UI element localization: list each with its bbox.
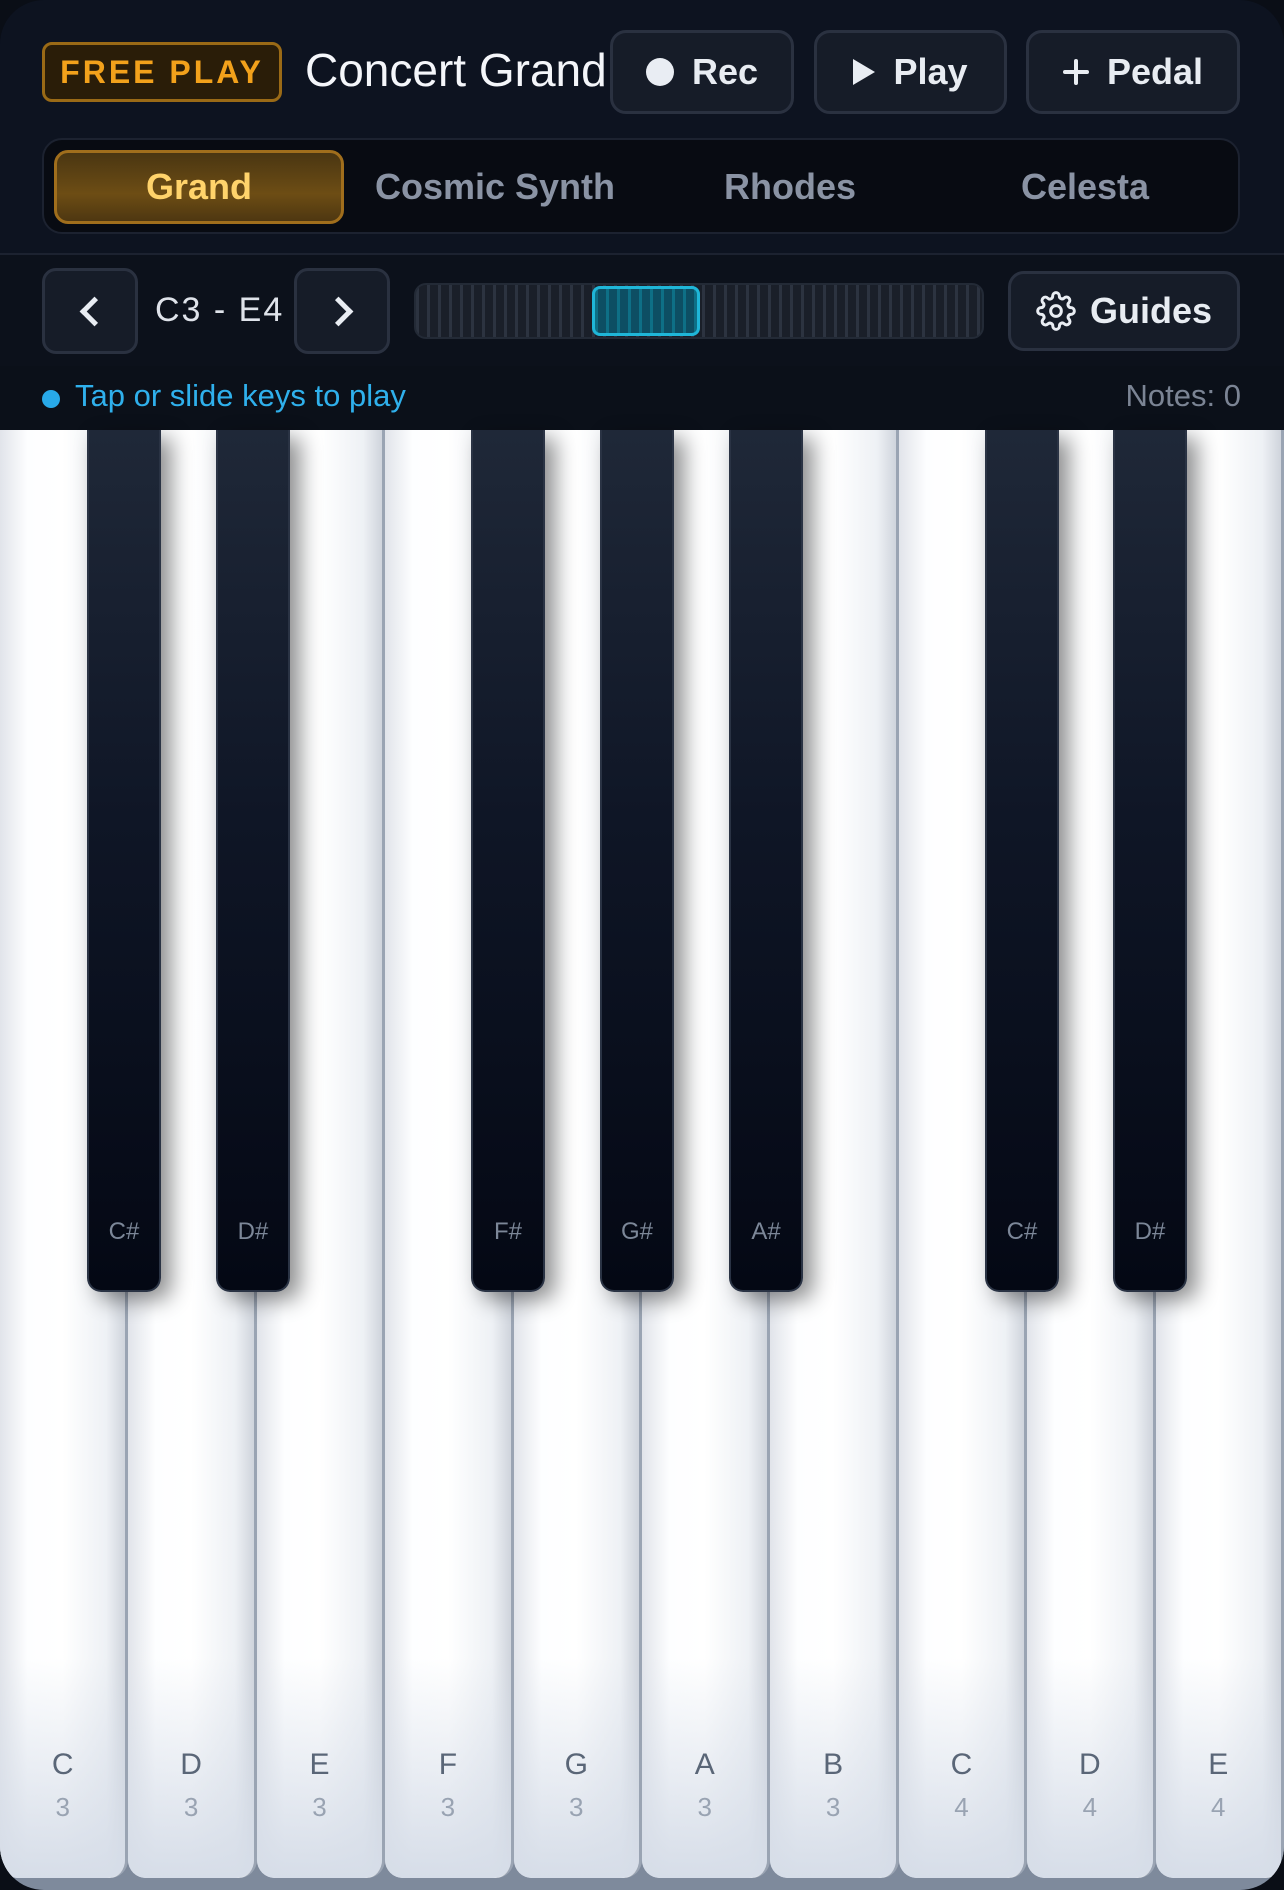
tab-grand[interactable]: Grand [54,150,344,224]
tab-cosmic-synth[interactable]: Cosmic Synth [350,150,640,224]
white-key-octave-label: 4 [1082,1792,1098,1822]
white-key-note-label: G [564,1748,588,1781]
black-key-note-label: C# [108,1218,140,1245]
white-key-note-label: D [180,1748,202,1781]
black-key[interactable]: C# [985,430,1059,1292]
play-hint: Tap or slide keys to play [75,378,406,413]
black-key[interactable]: D# [1113,430,1187,1292]
record-icon [645,58,674,86]
minimap-viewport-handle[interactable] [592,286,700,336]
white-key-octave-label: 3 [183,1792,199,1822]
white-key-octave-label: 3 [825,1792,841,1822]
black-key[interactable]: A# [729,430,803,1292]
pedal-button[interactable]: Pedal [1026,30,1240,114]
status-indicator-icon [42,390,60,408]
header: FREE PLAY Concert Grand Rec Play Pedal G… [0,0,1284,253]
black-key-note-label: D# [1134,1218,1166,1245]
white-key-note-label: E [1208,1748,1229,1781]
gear-icon [1036,291,1076,331]
status-bar: Tap or slide keys to play Notes: 0 [0,366,1284,428]
white-key-octave-label: 4 [954,1792,969,1822]
white-key-note-label: F [438,1748,458,1781]
black-key-note-label: A# [751,1218,781,1245]
plus-icon [1062,59,1089,85]
guides-label: Guides [1089,290,1213,331]
rec-label: Rec [691,51,759,92]
black-key[interactable]: D# [216,430,290,1292]
black-key-note-label: F# [493,1218,522,1245]
range-navigation: C3 - E4 Guides [0,253,1284,368]
white-key-octave-label: 3 [312,1792,327,1822]
chevron-right-icon [323,296,353,326]
piano-keyboard: C 3 D 3 E 3 F 3 G 3 A 3 B 3 C 4 D 4 E 4 C# D# F# G# A# C# D# [0,430,1284,1890]
black-key[interactable]: F# [471,430,545,1292]
black-key[interactable]: G# [600,430,674,1292]
black-key-note-label: G# [620,1218,653,1245]
chevron-left-icon [79,296,109,326]
white-key-octave-label: 4 [1211,1792,1226,1822]
white-key-octave-label: 3 [440,1792,456,1822]
mode-badge: FREE PLAY [42,42,282,102]
play-icon [853,59,876,85]
white-key-octave-label: 3 [569,1792,584,1822]
tab-rhodes[interactable]: Rhodes [645,150,935,224]
play-button[interactable]: Play [814,30,1007,114]
piano-app: FREE PLAY Concert Grand Rec Play Pedal G… [0,0,1284,1890]
rec-button[interactable]: Rec [610,30,794,114]
tab-celesta[interactable]: Celesta [940,150,1230,224]
white-key-note-label: D [1079,1748,1101,1781]
white-key-note-label: B [823,1748,844,1781]
white-key-note-label: E [309,1748,330,1781]
notes-counter: Notes: 0 [1125,378,1241,413]
white-key-note-label: A [694,1748,715,1781]
play-label: Play [893,51,968,92]
white-key-octave-label: 3 [55,1792,70,1822]
instrument-tabs: Grand Cosmic Synth Rhodes Celesta [42,138,1240,234]
pedal-label: Pedal [1106,51,1204,92]
range-label: C3 - E4 [155,291,285,329]
next-range-button[interactable] [294,268,390,354]
black-key[interactable]: C# [87,430,161,1292]
prev-range-button[interactable] [42,268,138,354]
black-key-note-label: C# [1006,1218,1038,1245]
white-key-note-label: C [950,1748,973,1781]
keyboard-minimap[interactable] [414,283,984,339]
white-key-note-label: C [51,1748,74,1781]
instrument-title: Concert Grand [305,44,607,96]
guides-button[interactable]: Guides [1008,271,1240,351]
black-key-note-label: D# [237,1218,269,1245]
white-key-octave-label: 3 [697,1792,712,1822]
